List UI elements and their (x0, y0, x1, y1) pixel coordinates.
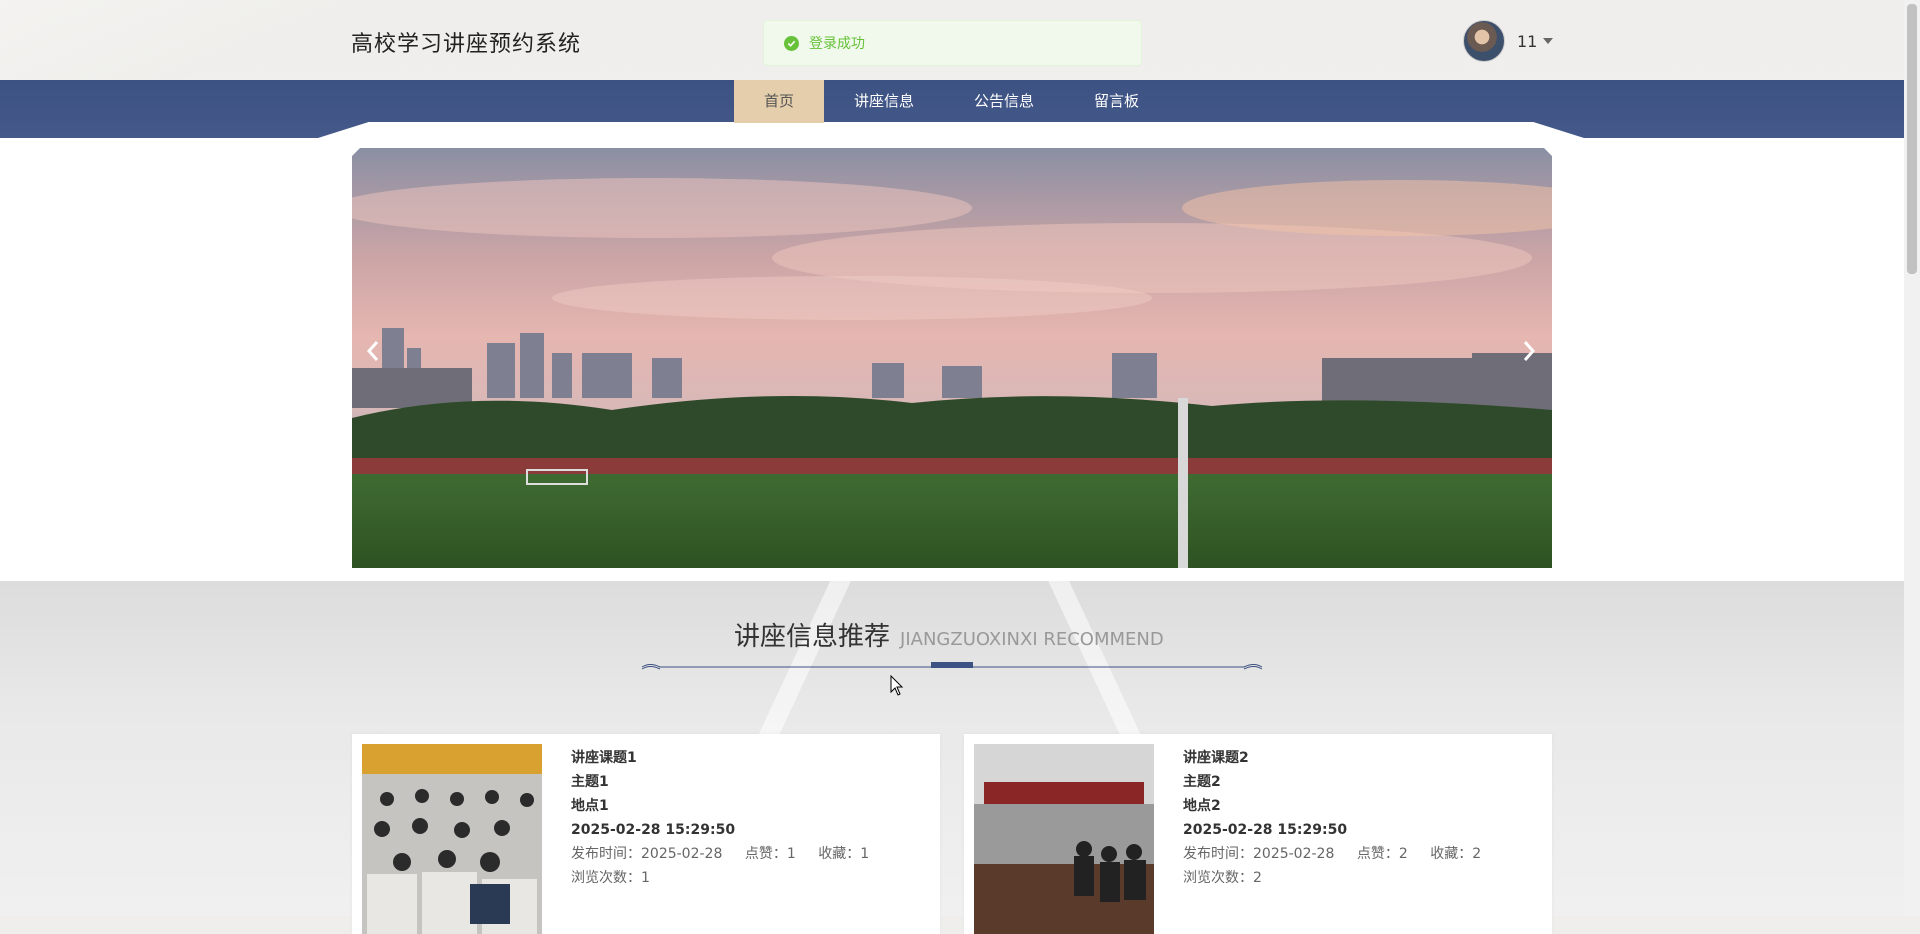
section-title: 讲座信息推荐 (734, 622, 891, 652)
toast-message: 登录成功 (809, 36, 865, 52)
carousel-next-button[interactable] (1518, 339, 1540, 363)
nav-item-message-board[interactable]: 留言板 (1064, 80, 1169, 123)
chevron-left-icon (366, 341, 379, 361)
username[interactable]: 11 (1517, 32, 1537, 51)
like-count: 点赞：1 (744, 846, 796, 862)
nav-item-lectures[interactable]: 讲座信息 (824, 80, 944, 123)
lecture-image[interactable] (974, 744, 1154, 934)
view-count: 浏览次数：2 (1183, 870, 1262, 886)
lecture-image[interactable] (362, 744, 542, 934)
lecture-meta: 发布时间：2025-02-28 点赞：1 收藏：1 (571, 842, 869, 866)
publish-date: 发布时间：2025-02-28 (1183, 846, 1335, 862)
user-menu[interactable]: 11 (1463, 20, 1554, 62)
publish-date: 发布时间：2025-02-28 (571, 846, 723, 862)
nav-item-announcements[interactable]: 公告信息 (944, 80, 1064, 123)
check-circle-icon (784, 35, 799, 51)
nav-notch-decoration (318, 122, 1584, 138)
like-count: 点赞：2 (1356, 846, 1408, 862)
view-count: 浏览次数：1 (571, 870, 650, 886)
lecture-title[interactable]: 讲座课题1 (571, 746, 869, 770)
lecture-info: 讲座课题1 主题1 地点1 2025-02-28 15:29:50 发布时间：2… (571, 746, 869, 890)
section-subtitle: JIANGZUOXINXI RECOMMEND (900, 629, 1164, 650)
caret-down-icon[interactable] (1543, 38, 1554, 44)
lecture-topic: 主题1 (571, 774, 609, 790)
scrollbar-thumb[interactable] (1907, 4, 1917, 274)
lecture-time: 2025-02-28 15:29:50 (1183, 822, 1348, 838)
login-success-toast: 登录成功 (763, 20, 1142, 66)
header: 高校学习讲座预约系统 登录成功 11 (0, 0, 1904, 80)
lecture-card[interactable]: 讲座课题1 主题1 地点1 2025-02-28 15:29:50 发布时间：2… (352, 734, 940, 934)
nav-item-home[interactable]: 首页 (734, 80, 825, 123)
section-header: 讲座信息推荐 JIANGZUOXINXI RECOMMEND (734, 616, 1164, 653)
lecture-time: 2025-02-28 15:29:50 (571, 822, 736, 838)
lecture-card[interactable]: 讲座课题2 主题2 地点2 2025-02-28 15:29:50 发布时间：2… (964, 734, 1552, 934)
lecture-location: 地点1 (571, 798, 609, 814)
favorite-count: 收藏：1 (818, 846, 870, 862)
favorite-count: 收藏：2 (1430, 846, 1482, 862)
carousel-prev-button[interactable] (362, 339, 384, 363)
site-title: 高校学习讲座预约系统 (351, 32, 582, 57)
nav-menu: 首页 讲座信息 公告信息 留言板 (734, 80, 1169, 123)
mouse-cursor-icon (890, 675, 904, 696)
lecture-location: 地点2 (1183, 798, 1221, 814)
carousel-slide-image[interactable] (352, 148, 1552, 568)
chevron-right-icon (1523, 341, 1536, 361)
lecture-topic: 主题2 (1183, 774, 1221, 790)
lecture-info: 讲座课题2 主题2 地点2 2025-02-28 15:29:50 发布时间：2… (1183, 746, 1481, 890)
avatar[interactable] (1463, 20, 1505, 62)
lecture-meta: 发布时间：2025-02-28 点赞：2 收藏：2 (1183, 842, 1481, 866)
section-divider (641, 662, 1263, 670)
lecture-title[interactable]: 讲座课题2 (1183, 746, 1481, 770)
